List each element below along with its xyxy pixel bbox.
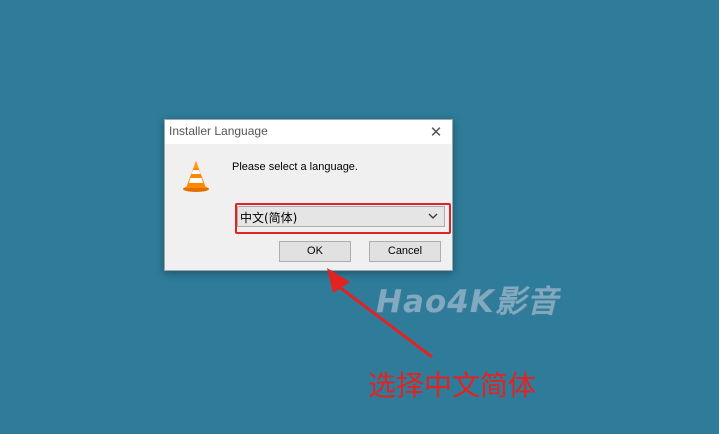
watermark-text: Hao4K影音 — [376, 284, 559, 320]
annotation-arrow — [327, 268, 433, 359]
annotation-text: 选择中文简体 — [368, 369, 537, 402]
